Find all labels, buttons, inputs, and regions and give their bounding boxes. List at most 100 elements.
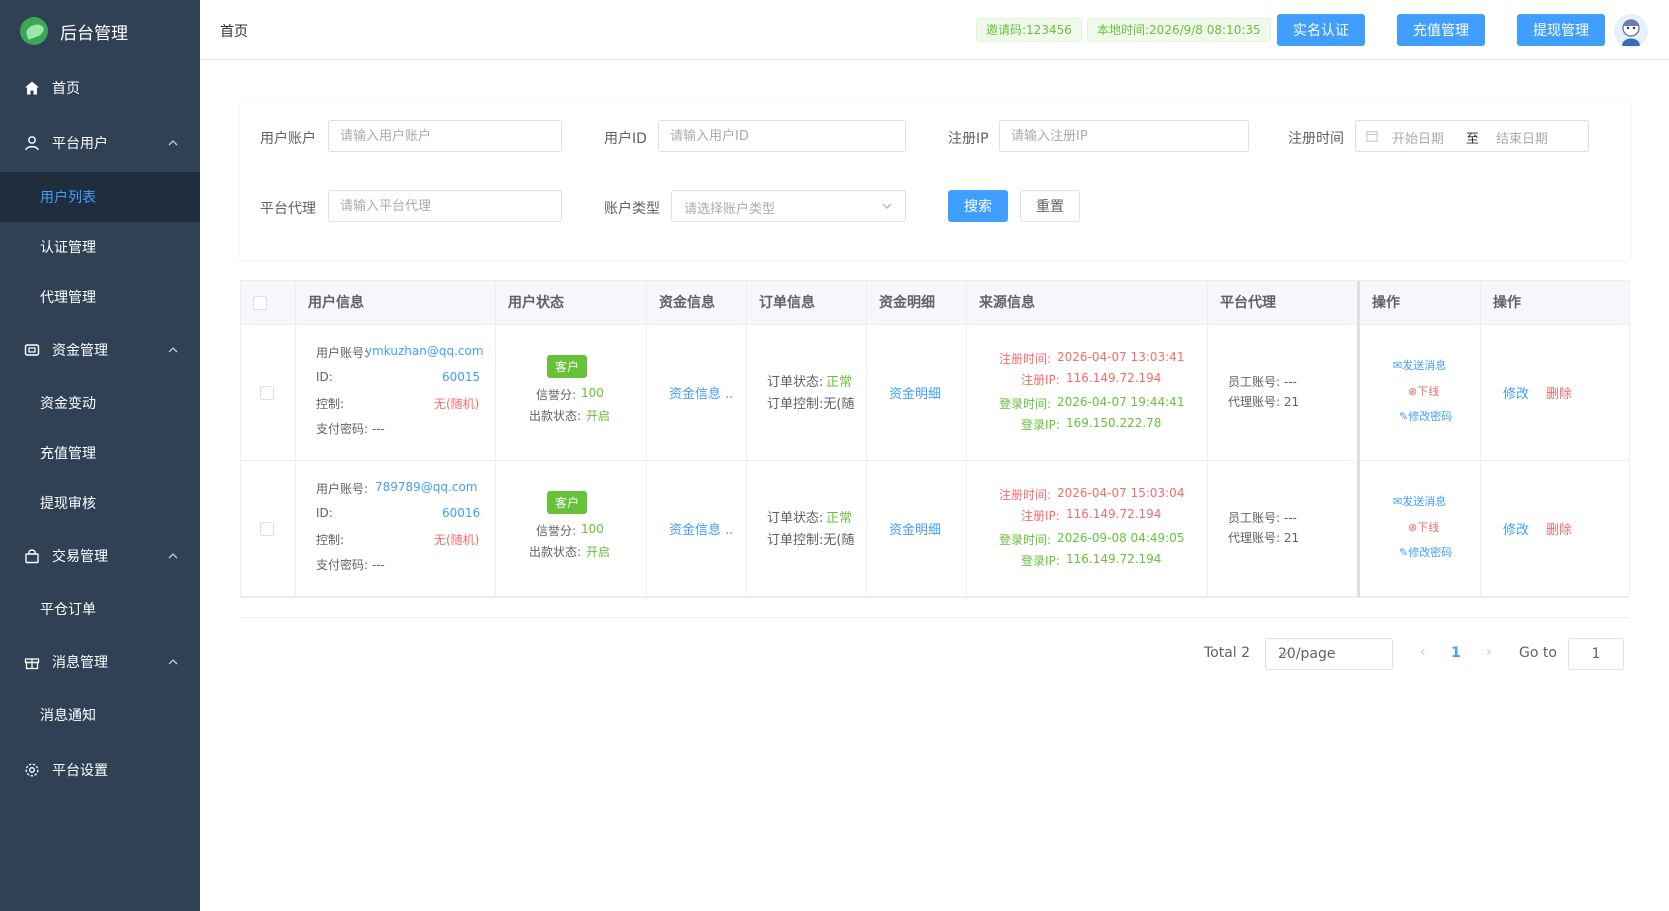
- verification-button[interactable]: 实名认证: [1277, 14, 1365, 46]
- end-date-placeholder[interactable]: 结束日期: [1496, 128, 1548, 147]
- avatar[interactable]: [1614, 14, 1648, 48]
- reg-ip-label: 注册IP:: [1021, 509, 1060, 523]
- recharge-button[interactable]: 充值管理: [1397, 14, 1485, 46]
- sidebar-item-settings[interactable]: 平台设置: [0, 745, 200, 795]
- sidebar-item-user-list[interactable]: 用户列表: [0, 172, 200, 222]
- offline-link[interactable]: ⊗下线: [1408, 383, 1439, 399]
- fund-detail-cell: 资金明细: [867, 461, 967, 597]
- column-header: 用户信息: [296, 281, 496, 325]
- sidebar-group-platform-users[interactable]: 平台用户: [0, 118, 200, 168]
- source-info-cell: 注册时间: 2026-04-07 13:03:41 注册IP: 116.149.…: [967, 325, 1208, 461]
- delete-button[interactable]: 删除: [1546, 519, 1572, 538]
- search-button[interactable]: 搜索: [948, 190, 1008, 222]
- withdraw-status-value: 开启: [586, 409, 611, 423]
- start-date-placeholder[interactable]: 开始日期: [1392, 128, 1444, 147]
- sidebar-group-label: 资金管理: [52, 343, 108, 359]
- reg-ip-value: 116.149.72.194: [1066, 371, 1162, 385]
- order-status-label: 订单状态:: [767, 511, 824, 526]
- current-page[interactable]: 1: [1451, 645, 1461, 661]
- user-status-cell: 客户 信誉分: 100 出款状态: 开启: [496, 325, 647, 461]
- agent-account: 代理账号: 21: [1228, 531, 1300, 545]
- breadcrumb[interactable]: 首页: [220, 21, 248, 41]
- sidebar-item-recharge[interactable]: 充值管理: [0, 428, 200, 478]
- staff-account: 员工账号: ---: [1228, 511, 1297, 525]
- row-checkbox[interactable]: [260, 386, 274, 400]
- chevron-down-icon: [1278, 648, 1382, 664]
- column-header: 资金明细: [867, 281, 967, 325]
- calendar-icon: [1366, 130, 1378, 146]
- fund-info-cell: 资金信息 ..: [647, 461, 747, 597]
- id-value: 60015: [442, 370, 481, 384]
- prev-page-icon[interactable]: ‹: [1420, 644, 1426, 660]
- user-info-cell: 用户账号: ymkuzhan@qq.com ID: 60015 控制: 无(随机…: [296, 325, 496, 461]
- sidebar-item-fund-changes[interactable]: 资金变动: [0, 378, 200, 428]
- reg-time-value: 2026-04-07 15:03:04: [1057, 486, 1185, 500]
- reg-time-value: 2026-04-07 13:03:41: [1057, 350, 1185, 364]
- goto-page-input[interactable]: [1568, 638, 1624, 670]
- credit-label: 信誉分:: [536, 388, 577, 402]
- sidebar-group-funds[interactable]: 资金管理: [0, 325, 200, 375]
- sidebar-item-withdraw-review[interactable]: 提现审核: [0, 478, 200, 528]
- mail-icon: ✉: [1393, 359, 1403, 372]
- change-password-label: 修改密码: [1408, 546, 1453, 559]
- reset-button[interactable]: 重置: [1020, 190, 1080, 222]
- control-value: 无(随机): [434, 397, 480, 411]
- sidebar-item-notifications[interactable]: 消息通知: [0, 690, 200, 740]
- chevron-up-icon: [168, 343, 178, 359]
- id-label: ID:: [316, 506, 333, 520]
- select-all-checkbox[interactable]: [253, 296, 267, 310]
- account-filter-input[interactable]: [328, 120, 562, 152]
- sidebar-item-label: 消息通知: [40, 708, 96, 724]
- mail-icon: ✉: [1393, 495, 1403, 508]
- offline-link[interactable]: ⊗下线: [1408, 519, 1439, 535]
- fund-detail-link[interactable]: 资金明细: [889, 519, 941, 538]
- fund-info-link[interactable]: 资金信息 ..: [669, 519, 733, 538]
- page-size-select[interactable]: 20/page: [1265, 638, 1393, 670]
- fund-info-link[interactable]: 资金信息 ..: [669, 383, 733, 402]
- edit-button[interactable]: 修改: [1503, 383, 1529, 402]
- send-message-label: 发送消息: [1402, 495, 1447, 508]
- logo: 后台管理: [0, 0, 200, 62]
- order-control: 订单控制:无(随: [767, 397, 855, 412]
- local-time-tag: 本地时间:2026/9/8 08:10:35: [1087, 18, 1271, 42]
- sidebar-item-label: 平台设置: [52, 763, 108, 779]
- reg-time-label: 注册时间:: [999, 488, 1052, 502]
- sidebar-item-closed-orders[interactable]: 平仓订单: [0, 584, 200, 634]
- chevron-up-icon: [168, 136, 178, 152]
- row-checkbox[interactable]: [260, 522, 274, 536]
- next-page-icon[interactable]: ›: [1486, 644, 1492, 660]
- order-control: 订单控制:无(随: [767, 533, 855, 548]
- column-header: 用户状态: [496, 281, 647, 325]
- account-type-select[interactable]: 请选择账户类型: [671, 190, 906, 222]
- reg-time-range-picker[interactable]: 开始日期 至 结束日期: [1355, 120, 1589, 152]
- reg-ip-filter-input[interactable]: [999, 120, 1249, 152]
- sidebar-group-trading[interactable]: 交易管理: [0, 531, 200, 581]
- sidebar-item-home[interactable]: 首页: [0, 63, 200, 113]
- withdraw-status-label: 出款状态:: [529, 409, 582, 423]
- delete-button[interactable]: 删除: [1546, 383, 1572, 402]
- withdraw-button[interactable]: 提现管理: [1517, 14, 1605, 46]
- app-title: 后台管理: [60, 23, 128, 44]
- order-status-value: 正常: [826, 511, 853, 526]
- reg-ip-filter-label: 注册IP: [948, 131, 989, 147]
- agent-account: 代理账号: 21: [1228, 395, 1300, 409]
- edit-button[interactable]: 修改: [1503, 519, 1529, 538]
- sidebar-group-messages[interactable]: 消息管理: [0, 637, 200, 687]
- fund-detail-cell: 资金明细: [867, 325, 967, 461]
- sidebar-group-label: 消息管理: [52, 655, 108, 671]
- agent-filter-input[interactable]: [328, 190, 562, 222]
- agent-cell: 员工账号: --- 代理账号: 21: [1208, 325, 1360, 461]
- send-message-link[interactable]: ✉发送消息: [1393, 493, 1446, 509]
- send-message-link[interactable]: ✉发送消息: [1393, 357, 1446, 373]
- sidebar-item-verification[interactable]: 认证管理: [0, 222, 200, 272]
- actions-cell-2: 修改 删除: [1481, 461, 1629, 597]
- credit-value: 100: [581, 522, 604, 536]
- id-label: ID:: [316, 370, 333, 384]
- row-select-cell: [241, 325, 296, 461]
- invite-code-tag: 邀请码:123456: [976, 18, 1082, 42]
- fund-detail-link[interactable]: 资金明细: [889, 383, 941, 402]
- sidebar-item-agents[interactable]: 代理管理: [0, 272, 200, 322]
- user-id-filter-input[interactable]: [658, 120, 906, 152]
- change-password-link[interactable]: ✎修改密码: [1399, 544, 1452, 560]
- change-password-link[interactable]: ✎修改密码: [1399, 408, 1452, 424]
